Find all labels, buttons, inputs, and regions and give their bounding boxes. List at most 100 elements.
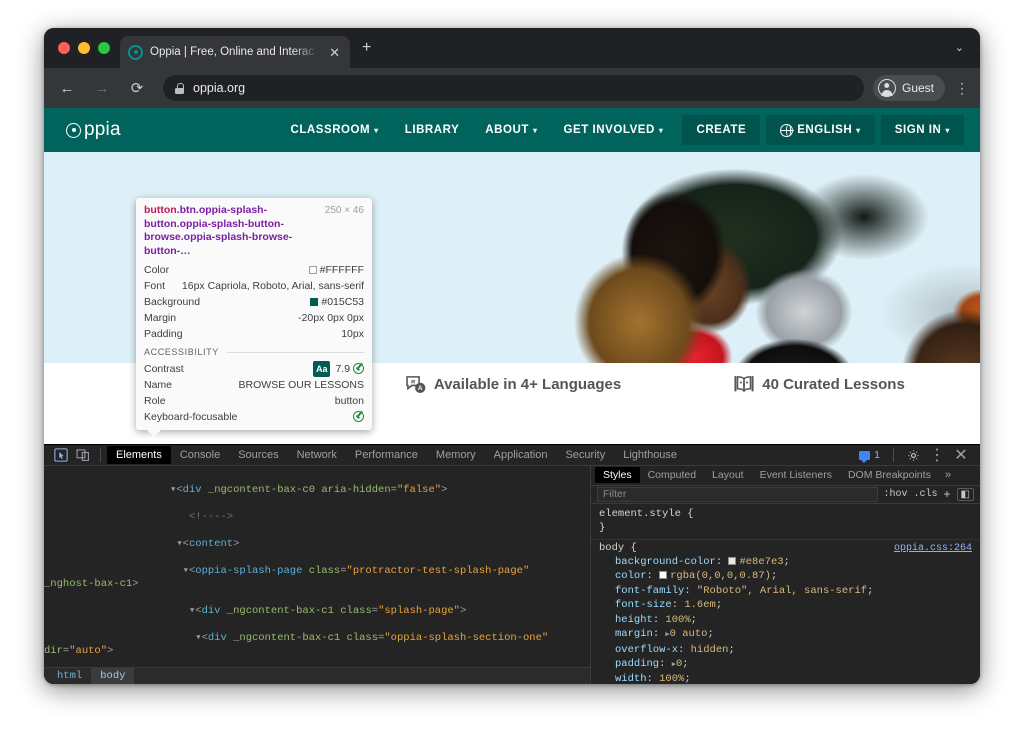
minimize-window-button[interactable] xyxy=(78,42,90,54)
styles-filter-input[interactable]: Filter xyxy=(597,486,878,502)
nav-item-language[interactable]: ENGLISH ▾ xyxy=(766,115,875,145)
nav-item-classroom[interactable]: CLASSROOM ▾ xyxy=(277,108,391,152)
inspector-row-key: Background xyxy=(144,296,201,308)
new-tab-button[interactable]: + xyxy=(362,40,371,56)
computed-sidebar-toggle[interactable]: ◧ xyxy=(956,487,974,501)
reload-button[interactable]: ⟳ xyxy=(124,75,150,101)
inspector-selector: button.btn.oppia-splash-button.oppia-spl… xyxy=(144,204,319,258)
profile-button[interactable]: Guest xyxy=(872,75,945,101)
nav-item-create[interactable]: CREATE xyxy=(682,115,761,145)
style-rule[interactable]: element.style { } xyxy=(591,506,980,540)
dom-line[interactable]: ▾<div _ngcontent-bax-c1 class="oppia-spl… xyxy=(44,632,590,659)
browser-tabstrip: Oppia | Free, Online and Interac ✕ + ⌄ xyxy=(44,28,980,68)
maximize-window-button[interactable] xyxy=(98,42,110,54)
devtools-tab-network[interactable]: Network xyxy=(288,446,346,464)
url-text: oppia.org xyxy=(193,81,246,95)
stat-lessons: 40 Curated Lessons xyxy=(733,373,905,395)
device-toolbar-icon[interactable] xyxy=(72,445,94,465)
styles-tab-computed[interactable]: Computed xyxy=(640,467,704,483)
devtools-panel: Elements Console Sources Network Perform… xyxy=(44,444,980,684)
nav-label: SIGN IN xyxy=(894,124,942,136)
styles-tab-styles[interactable]: Styles xyxy=(595,467,640,484)
inspector-row-value: BROWSE OUR LESSONS xyxy=(238,379,364,391)
style-declaration[interactable]: font-size: 1.6em; xyxy=(599,598,972,612)
close-window-button[interactable] xyxy=(58,42,70,54)
nav-item-sign-in[interactable]: SIGN IN ▾ xyxy=(880,115,964,145)
oppia-logo[interactable]: ppia xyxy=(66,119,121,141)
inspector-selector-tag: button xyxy=(144,204,177,216)
inspector-row-value: 16px Capriola, Roboto, Arial, sans-serif xyxy=(181,280,364,292)
dom-line[interactable]: ▾<div _ngcontent-bax-c1 class="splash-pa… xyxy=(44,605,590,618)
color-swatch-icon xyxy=(308,266,317,274)
forward-button[interactable]: → xyxy=(89,75,115,101)
style-declaration[interactable]: overflow-x: hidden; xyxy=(599,643,972,657)
lock-icon xyxy=(175,82,184,94)
hover-state-button[interactable]: :hov xyxy=(884,489,908,500)
nav-label: CREATE xyxy=(696,124,747,136)
divider xyxy=(893,448,894,462)
style-declaration[interactable]: font-family: "Roboto", Arial, sans-serif… xyxy=(599,584,972,598)
style-declaration[interactable]: width: 100%; xyxy=(599,672,972,684)
devtools-tab-sources[interactable]: Sources xyxy=(229,446,287,464)
devtools-tab-lighthouse[interactable]: Lighthouse xyxy=(614,446,686,464)
style-declaration[interactable]: padding: ▶0; xyxy=(599,657,972,672)
devtools-tabbar: Elements Console Sources Network Perform… xyxy=(44,445,980,466)
styles-tab-event-listeners[interactable]: Event Listeners xyxy=(752,467,840,483)
devtools-more-button[interactable]: ⋮ xyxy=(926,445,948,465)
styles-tab-dom-breakpoints[interactable]: DOM Breakpoints xyxy=(840,467,939,483)
devtools-tab-console[interactable]: Console xyxy=(171,446,229,464)
style-declaration[interactable]: height: 100%; xyxy=(599,613,972,627)
styles-rules-list[interactable]: element.style { } body { oppia.css:264 b… xyxy=(591,504,980,684)
browser-window: Oppia | Free, Online and Interac ✕ + ⌄ ←… xyxy=(44,28,980,684)
styles-tabbar: Styles Computed Layout Event Listeners D… xyxy=(591,466,980,486)
breadcrumb-item-body[interactable]: body xyxy=(91,668,135,684)
color-swatch-icon xyxy=(728,557,737,566)
back-button[interactable]: ← xyxy=(54,75,80,101)
devtools-tab-performance[interactable]: Performance xyxy=(346,446,427,464)
site-nav-items: CLASSROOM ▾ LIBRARY ABOUT ▾ GET INVOLVED… xyxy=(277,108,964,152)
issues-counter[interactable]: 1 xyxy=(854,448,885,463)
nav-item-get-involved[interactable]: GET INVOLVED ▾ xyxy=(551,108,677,152)
close-icon[interactable]: ✕ xyxy=(950,445,972,465)
styles-tab-layout[interactable]: Layout xyxy=(704,467,752,483)
breadcrumb: html body xyxy=(44,667,590,684)
browser-tab[interactable]: Oppia | Free, Online and Interac ✕ xyxy=(120,36,350,68)
style-declaration[interactable]: background-color: #e8e7e3; xyxy=(599,555,972,569)
style-declaration[interactable]: color: rgba(0,0,0,0.87); xyxy=(599,569,972,583)
devtools-tabbar-actions: 1 ⋮ ✕ xyxy=(854,445,974,465)
style-rule-selector: element.style { xyxy=(599,507,694,520)
chevron-down-icon[interactable]: ⌄ xyxy=(955,41,964,54)
dom-line[interactable]: ▾<oppia-splash-page class="protractor-te… xyxy=(44,565,590,592)
nav-item-library[interactable]: LIBRARY xyxy=(392,108,473,152)
dom-tree[interactable]: ▾<div _ngcontent-bax-c0 aria-hidden="fal… xyxy=(44,466,590,667)
style-rule-selector: body { xyxy=(599,541,637,554)
class-editor-button[interactable]: .cls xyxy=(914,489,938,500)
breadcrumb-item-html[interactable]: html xyxy=(48,668,91,684)
nav-item-about[interactable]: ABOUT ▾ xyxy=(472,108,550,152)
inspector-dimensions: 250 × 46 xyxy=(324,205,364,216)
address-bar[interactable]: oppia.org xyxy=(163,75,864,101)
style-source-link[interactable]: oppia.css:264 xyxy=(894,542,972,556)
new-style-rule-button[interactable]: + xyxy=(944,487,951,501)
dom-tree-pane: ▾<div _ngcontent-bax-c0 aria-hidden="fal… xyxy=(44,466,590,684)
cursor-select-icon[interactable] xyxy=(50,445,72,465)
styles-more-tabs-button[interactable]: » xyxy=(939,469,957,481)
dom-line[interactable]: <!----> xyxy=(44,511,590,524)
devtools-tab-application[interactable]: Application xyxy=(485,446,557,464)
style-rule-close: } xyxy=(599,522,606,535)
inspector-style-rows: Color #FFFFFF Font 16px Capriola, Roboto… xyxy=(144,262,364,342)
devtools-tab-memory[interactable]: Memory xyxy=(427,446,485,464)
style-declaration[interactable]: margin: ▶0 auto; xyxy=(599,627,972,642)
devtools-tab-security[interactable]: Security xyxy=(556,446,614,464)
browser-menu-button[interactable]: ⋮ xyxy=(954,81,970,95)
dom-line[interactable]: ▾<div _ngcontent-bax-c0 aria-hidden="fal… xyxy=(44,484,590,497)
close-icon[interactable]: ✕ xyxy=(327,46,342,59)
dom-line[interactable]: ▾<content> xyxy=(44,538,590,551)
gear-icon[interactable] xyxy=(902,445,924,465)
window-traffic-lights xyxy=(58,42,110,54)
inspector-row-key: Contrast xyxy=(144,363,184,375)
divider xyxy=(100,448,101,462)
devtools-tab-elements[interactable]: Elements xyxy=(107,446,171,464)
style-rule[interactable]: body { oppia.css:264 background-color: #… xyxy=(591,540,980,684)
inspector-accessibility-header: ACCESSIBILITY xyxy=(144,347,364,357)
